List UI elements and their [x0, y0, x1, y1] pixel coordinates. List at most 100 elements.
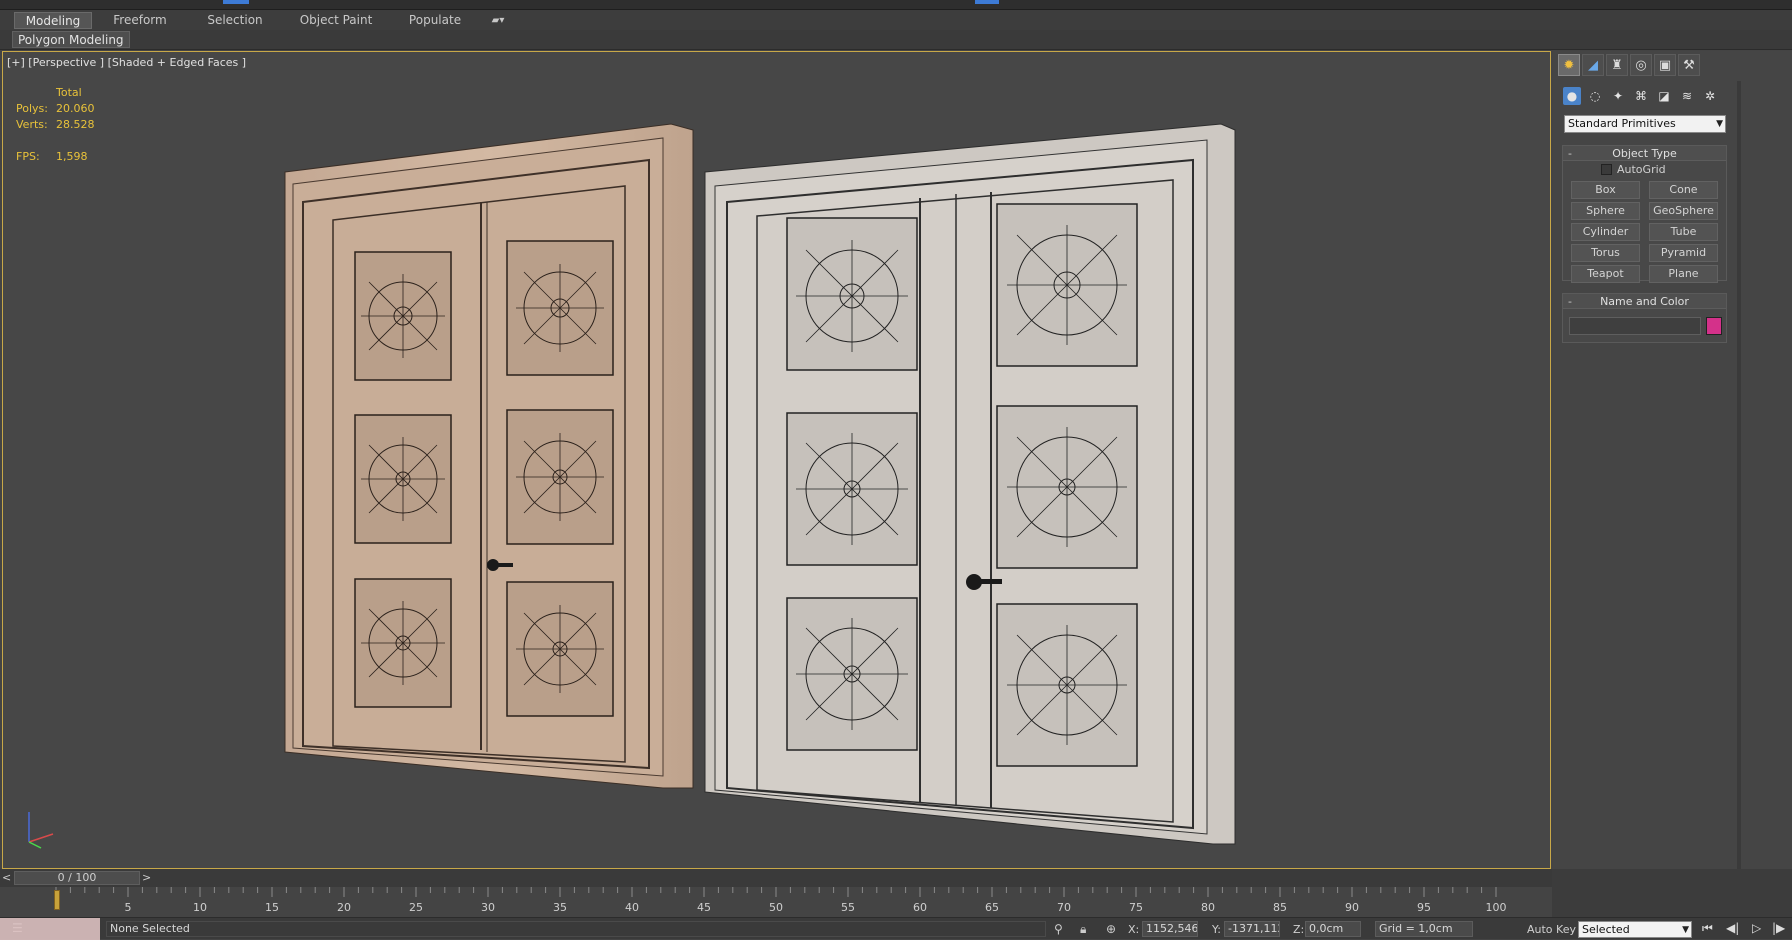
isolate-icon[interactable]: ⚲ [1054, 922, 1063, 936]
ribbon-subpanel: Polygon Modeling [0, 30, 1792, 50]
collapse-icon: - [1568, 295, 1572, 308]
tube-button[interactable]: Tube [1649, 223, 1718, 241]
grid-size-display: Grid = 1,0cm [1375, 921, 1473, 937]
track-tick-label: 5 [125, 901, 132, 914]
transform-mode-icon[interactable]: ⊕ [1106, 922, 1116, 936]
time-prev-button[interactable]: < [2, 871, 14, 885]
current-frame-marker[interactable] [54, 890, 60, 910]
track-tick-label: 65 [985, 901, 999, 914]
torus-button[interactable]: Torus [1571, 244, 1640, 262]
go-to-start-icon[interactable]: ⏮ [1702, 921, 1713, 936]
pyramid-button[interactable]: Pyramid [1649, 244, 1718, 262]
maxscript-mini-listener[interactable] [0, 918, 100, 940]
auto-key-button[interactable]: Auto Key [1527, 923, 1576, 936]
teapot-button[interactable]: Teapot [1571, 265, 1640, 283]
scene-canvas [28, 123, 1236, 849]
chevron-down-icon: ▼ [1716, 119, 1723, 129]
track-bar[interactable]: 5 10 15 20 25 30 35 40 45 50 55 60 65 70 75 80 85 90 95 100 [0, 887, 1552, 917]
track-bar-ticks: 5 10 15 20 25 30 35 40 45 50 55 60 65 70 75 80 85 90 95 100 [55, 887, 1507, 914]
wooden-door-model[interactable] [284, 123, 694, 789]
hierarchy-icon[interactable]: ♜ [1606, 54, 1628, 76]
time-slider: < 0 / 100 > [0, 869, 1552, 887]
toolbar-highlight [223, 0, 249, 4]
y-coordinate-field[interactable]: -1371,112c [1224, 921, 1280, 937]
object-color-swatch[interactable] [1706, 317, 1722, 335]
track-tick-label: 55 [841, 901, 855, 914]
autogrid-label: AutoGrid [1617, 163, 1666, 176]
polygon-modeling-button[interactable]: Polygon Modeling [12, 31, 130, 48]
time-next-button[interactable]: > [142, 871, 154, 885]
track-tick-label: 20 [337, 901, 351, 914]
z-label: Z: [1293, 923, 1305, 936]
create-icon[interactable]: ✹ [1558, 54, 1580, 76]
x-coordinate-field[interactable]: 1152,546c [1142, 921, 1198, 937]
lock-icon[interactable]: 🔒︎ [1080, 922, 1086, 937]
key-filter-dropdown[interactable]: Selected ▼ [1578, 921, 1692, 938]
shapes-icon[interactable]: ◌ [1586, 87, 1604, 105]
box-button[interactable]: Box [1571, 181, 1640, 199]
utilities-icon[interactable]: ⚒ [1678, 54, 1700, 76]
modify-icon[interactable]: ◢ [1582, 54, 1604, 76]
track-tick-label: 10 [193, 901, 207, 914]
motion-icon[interactable]: ◎ [1630, 54, 1652, 76]
track-tick-label: 15 [265, 901, 279, 914]
next-frame-icon[interactable]: |▶ [1772, 921, 1785, 935]
object-name-field[interactable] [1569, 317, 1701, 335]
command-panel: ✹ ◢ ♜ ◎ ▣ ⚒ ● ◌ ✦ ⌘ ◪ ≋ ✲ Standard Primi… [1553, 51, 1792, 906]
object-type-rollout: - Object Type AutoGrid Box Cone Sphere G… [1562, 145, 1727, 283]
track-tick-label: 90 [1345, 901, 1359, 914]
collapse-icon: - [1568, 147, 1572, 160]
track-tick-label: 70 [1057, 901, 1071, 914]
sphere-button[interactable]: Sphere [1571, 202, 1640, 220]
helpers-icon[interactable]: ◪ [1655, 87, 1673, 105]
track-tick-label: 30 [481, 901, 495, 914]
panel-separator [1737, 81, 1741, 906]
tab-object-paint[interactable]: Object Paint [292, 12, 380, 29]
tab-selection[interactable]: Selection [196, 12, 274, 29]
time-slider-thumb[interactable]: 0 / 100 [14, 871, 140, 885]
object-type-title: Object Type [1612, 147, 1677, 160]
previous-frame-icon[interactable]: ◀| [1726, 921, 1739, 935]
cylinder-button[interactable]: Cylinder [1571, 223, 1640, 241]
tab-freeform[interactable]: Freeform [104, 12, 176, 29]
cone-button[interactable]: Cone [1649, 181, 1718, 199]
lights-icon[interactable]: ✦ [1609, 87, 1627, 105]
perspective-viewport[interactable]: [+] [Perspective ] [Shaded + Edged Faces… [2, 51, 1551, 869]
autogrid-checkbox[interactable] [1601, 164, 1612, 175]
display-icon[interactable]: ▣ [1654, 54, 1676, 76]
clay-door-model[interactable] [704, 123, 1236, 845]
z-coordinate-field[interactable]: 0,0cm [1305, 921, 1361, 937]
track-tick-label: 60 [913, 901, 927, 914]
play-icon[interactable]: ▷ [1752, 921, 1761, 935]
chevron-down-icon: ▼ [1682, 925, 1689, 935]
tab-modeling[interactable]: Modeling [14, 12, 92, 29]
key-filter-value: Selected [1582, 923, 1630, 936]
cameras-icon[interactable]: ⌘ [1632, 87, 1650, 105]
tab-populate[interactable]: Populate [400, 12, 470, 29]
main-toolbar-strip [0, 0, 1792, 10]
track-tick-label: 25 [409, 901, 423, 914]
category-dropdown[interactable]: Standard Primitives ▼ [1564, 115, 1726, 133]
category-value: Standard Primitives [1568, 117, 1676, 130]
track-tick-label: 85 [1273, 901, 1287, 914]
systems-icon[interactable]: ✲ [1701, 87, 1719, 105]
selection-status: None Selected [106, 921, 1046, 937]
geosphere-button[interactable]: GeoSphere [1649, 202, 1718, 220]
name-and-color-rollout: - Name and Color [1562, 293, 1727, 343]
axis-gizmo [28, 812, 54, 849]
ribbon: Modeling Freeform Selection Object Paint… [0, 10, 1792, 30]
track-tick-label: 50 [769, 901, 783, 914]
x-label: X: [1128, 923, 1140, 936]
status-bar: ☰ None Selected ⚲ 🔒︎ ⊕ X: 1152,546c Y: -… [0, 917, 1792, 940]
track-tick-label: 40 [625, 901, 639, 914]
camera-dropdown-icon[interactable]: ▰▾ [484, 12, 512, 29]
track-tick-label: 45 [697, 901, 711, 914]
spacewarps-icon[interactable]: ≋ [1678, 87, 1696, 105]
track-tick-label: 35 [553, 901, 567, 914]
bottom-area: < 0 / 100 > 5 10 15 20 25 30 35 40 45 50 55 60 65 70 7… [0, 869, 1792, 940]
geometry-icon[interactable]: ● [1563, 87, 1581, 105]
name-and-color-header[interactable]: - Name and Color [1563, 294, 1726, 309]
plane-button[interactable]: Plane [1649, 265, 1718, 283]
track-tick-label: 80 [1201, 901, 1215, 914]
object-type-header[interactable]: - Object Type [1563, 146, 1726, 161]
